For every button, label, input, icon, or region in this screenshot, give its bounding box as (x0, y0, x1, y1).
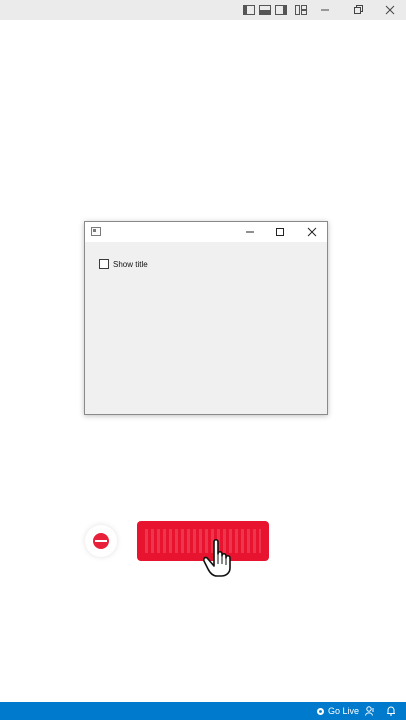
show-title-checkbox-row[interactable]: Show title (99, 259, 148, 269)
status-bar: Go Live (0, 702, 406, 720)
app-close-button[interactable] (297, 222, 327, 242)
app-icon (91, 227, 101, 236)
hand-cursor-icon (203, 538, 231, 577)
app-maximize-button[interactable] (265, 222, 295, 242)
close-icon (307, 227, 317, 237)
app-window: Show title (84, 221, 328, 415)
maximize-icon (276, 228, 284, 236)
show-title-label: Show title (113, 259, 148, 269)
app-window-title-bar[interactable] (85, 222, 327, 242)
app-minimize-button[interactable] (235, 222, 265, 242)
show-title-checkbox[interactable] (99, 259, 109, 269)
go-live-label: Go Live (328, 706, 360, 716)
accounts-icon[interactable] (362, 702, 378, 720)
minimize-icon[interactable] (314, 0, 336, 20)
broadcast-icon (317, 707, 324, 715)
restore-icon[interactable] (347, 0, 369, 20)
subscribe-bell-icon (93, 533, 109, 549)
close-icon[interactable] (379, 0, 401, 20)
minimize-icon (246, 231, 254, 233)
notifications-bell-icon[interactable] (383, 702, 399, 720)
customize-layout-icon[interactable] (290, 0, 312, 20)
go-live-button[interactable]: Go Live (316, 702, 359, 720)
window-title-bar (0, 0, 406, 20)
subscribe-bell-badge (85, 525, 117, 557)
layout-sidebar-right-icon[interactable] (270, 0, 292, 20)
